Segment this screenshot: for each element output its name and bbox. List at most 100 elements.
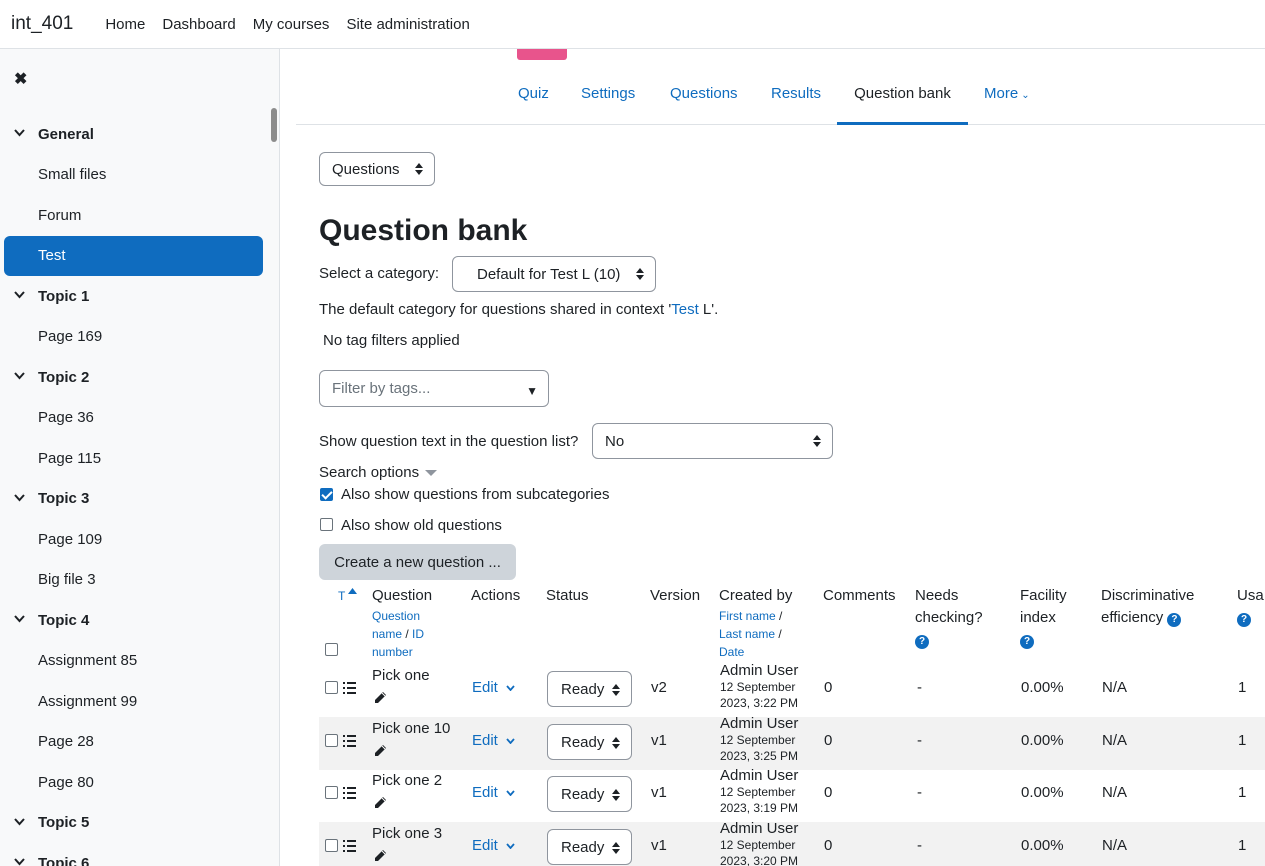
drawer-item-page-28[interactable]: Page 28 [0, 722, 270, 763]
chevron-down-icon[interactable] [14, 494, 25, 504]
section-topic-5[interactable]: Topic 5 [0, 803, 270, 844]
create-question-button[interactable]: Create a new question ... [319, 544, 516, 580]
version: v1 [651, 837, 667, 854]
context-link[interactable]: Test [671, 301, 699, 318]
show-text-select[interactable]: No [592, 423, 833, 459]
search-options-link[interactable]: Search options [319, 464, 438, 481]
row-checkbox[interactable] [325, 786, 338, 799]
drawer-item-page-36[interactable]: Page 36 [0, 398, 270, 439]
tab-settings[interactable]: Settings [581, 75, 635, 125]
drawer-scrollbar[interactable] [271, 108, 277, 142]
section-topic-4[interactable]: Topic 4 [0, 600, 270, 641]
drawer-item-page-169[interactable]: Page 169 [0, 317, 270, 358]
col-usage: Usa ? [1237, 585, 1264, 629]
section-general[interactable]: General [0, 114, 270, 155]
pencil-icon[interactable] [374, 691, 387, 704]
nav-my-courses[interactable]: My courses [253, 16, 330, 33]
sort-id-number-2[interactable]: number [372, 643, 432, 661]
edit-menu[interactable]: Edit [472, 837, 515, 854]
tag-filter-input[interactable]: Filter by tags... ▼ [319, 370, 549, 407]
comments-count[interactable]: 0 [824, 732, 832, 749]
question-bank-nav-select[interactable]: Questions [319, 152, 435, 186]
sort-date[interactable]: Date [719, 643, 792, 661]
tab-question-bank[interactable]: Question bank [837, 75, 968, 125]
comments-count[interactable]: 0 [824, 679, 832, 696]
status-select[interactable]: Ready [547, 671, 632, 707]
pencil-icon[interactable] [374, 744, 387, 757]
drawer-item-page-109[interactable]: Page 109 [0, 519, 270, 560]
sort-id-number[interactable]: ID [412, 627, 424, 641]
row-checkbox[interactable] [325, 681, 338, 694]
section-topic-3[interactable]: Topic 3 [0, 479, 270, 520]
chevron-down-icon[interactable] [14, 818, 25, 828]
question-name: Pick one 2 [372, 772, 443, 789]
help-icon[interactable]: ? [915, 635, 929, 649]
tab-questions[interactable]: Questions [670, 75, 738, 125]
chevron-down-icon[interactable] [14, 372, 25, 382]
select-all-checkbox[interactable] [325, 643, 338, 656]
old-questions-checkbox[interactable] [320, 518, 333, 531]
sort-type-column[interactable]: T [338, 585, 358, 607]
tab-quiz[interactable]: Quiz [518, 75, 549, 125]
nav-dashboard[interactable]: Dashboard [162, 16, 235, 33]
sort-question-name-2[interactable]: name [372, 627, 402, 641]
col-discrim-label-2: efficiency [1101, 609, 1164, 626]
drawer-item-forum[interactable]: Forum [0, 195, 270, 236]
usage-count[interactable]: 1 [1238, 732, 1246, 749]
edit-menu[interactable]: Edit [472, 784, 515, 801]
nav-home[interactable]: Home [105, 16, 145, 33]
row-checkbox[interactable] [325, 839, 338, 852]
usage-count[interactable]: 1 [1238, 679, 1246, 696]
category-desc-prefix: The default category for questions share… [319, 301, 672, 318]
chevron-down-icon[interactable] [14, 129, 25, 139]
row-checkbox[interactable] [325, 734, 338, 747]
drawer-item-assignment-99[interactable]: Assignment 99 [0, 681, 270, 722]
status-select[interactable]: Ready [547, 724, 632, 760]
usage-count[interactable]: 1 [1238, 837, 1246, 854]
drawer-item-page-115[interactable]: Page 115 [0, 438, 270, 479]
chevron-down-icon[interactable] [14, 291, 25, 301]
discriminative-efficiency: N/A [1102, 837, 1128, 854]
section-topic-2[interactable]: Topic 2 [0, 357, 270, 398]
table-row: Pick one Edit Ready v2 Admin User 12 Septembe… [319, 663, 1265, 717]
col-facility-index: Facility index ? [1020, 585, 1067, 651]
site-brand[interactable]: int_401 [11, 13, 73, 35]
tab-results[interactable]: Results [771, 75, 821, 125]
chevron-down-icon[interactable] [14, 858, 25, 866]
drawer-item-assignment-85[interactable]: Assignment 85 [0, 641, 270, 682]
section-title: General [38, 125, 94, 143]
pencil-icon[interactable] [374, 796, 387, 809]
drawer-item-test[interactable]: Test [4, 235, 263, 276]
comments-count[interactable]: 0 [824, 837, 832, 854]
section-topic-1[interactable]: Topic 1 [0, 276, 270, 317]
sort-question-name[interactable]: Question [372, 607, 432, 625]
nav-site-administration[interactable]: Site administration [346, 16, 469, 33]
pencil-icon[interactable] [374, 849, 387, 862]
help-icon[interactable]: ? [1020, 635, 1034, 649]
drawer-item-small-files[interactable]: Small files [0, 155, 270, 196]
sort-first-name[interactable]: First name [719, 609, 776, 623]
status-select[interactable]: Ready [547, 829, 632, 865]
main-region: Quiz Settings Questions Results Question… [296, 49, 1265, 866]
select-arrows-icon [612, 684, 620, 696]
chevron-down-icon[interactable] [14, 615, 25, 625]
table-row: Pick one 10 Edit Ready v1 Admin User 12 Septe… [319, 716, 1265, 770]
status-select[interactable]: Ready [547, 776, 632, 812]
category-select[interactable]: Default for Test L (10) [452, 256, 656, 292]
chevron-down-icon [506, 685, 515, 692]
sort-last-name[interactable]: Last name [719, 627, 775, 641]
help-icon[interactable]: ? [1237, 613, 1251, 627]
edit-menu[interactable]: Edit [472, 679, 515, 696]
version: v1 [651, 784, 667, 801]
tab-more[interactable]: More ⌄ [984, 75, 1030, 125]
help-icon[interactable]: ? [1167, 613, 1182, 627]
usage-count[interactable]: 1 [1238, 784, 1246, 801]
edit-menu[interactable]: Edit [472, 732, 515, 749]
caret-down-icon [425, 470, 438, 477]
close-icon[interactable]: ✖ [14, 69, 27, 89]
section-topic-6[interactable]: Topic 6 [0, 843, 270, 866]
subcategories-checkbox[interactable] [320, 488, 333, 501]
drawer-item-page-80[interactable]: Page 80 [0, 762, 270, 803]
comments-count[interactable]: 0 [824, 784, 832, 801]
drawer-item-big-file-3[interactable]: Big file 3 [0, 560, 270, 601]
